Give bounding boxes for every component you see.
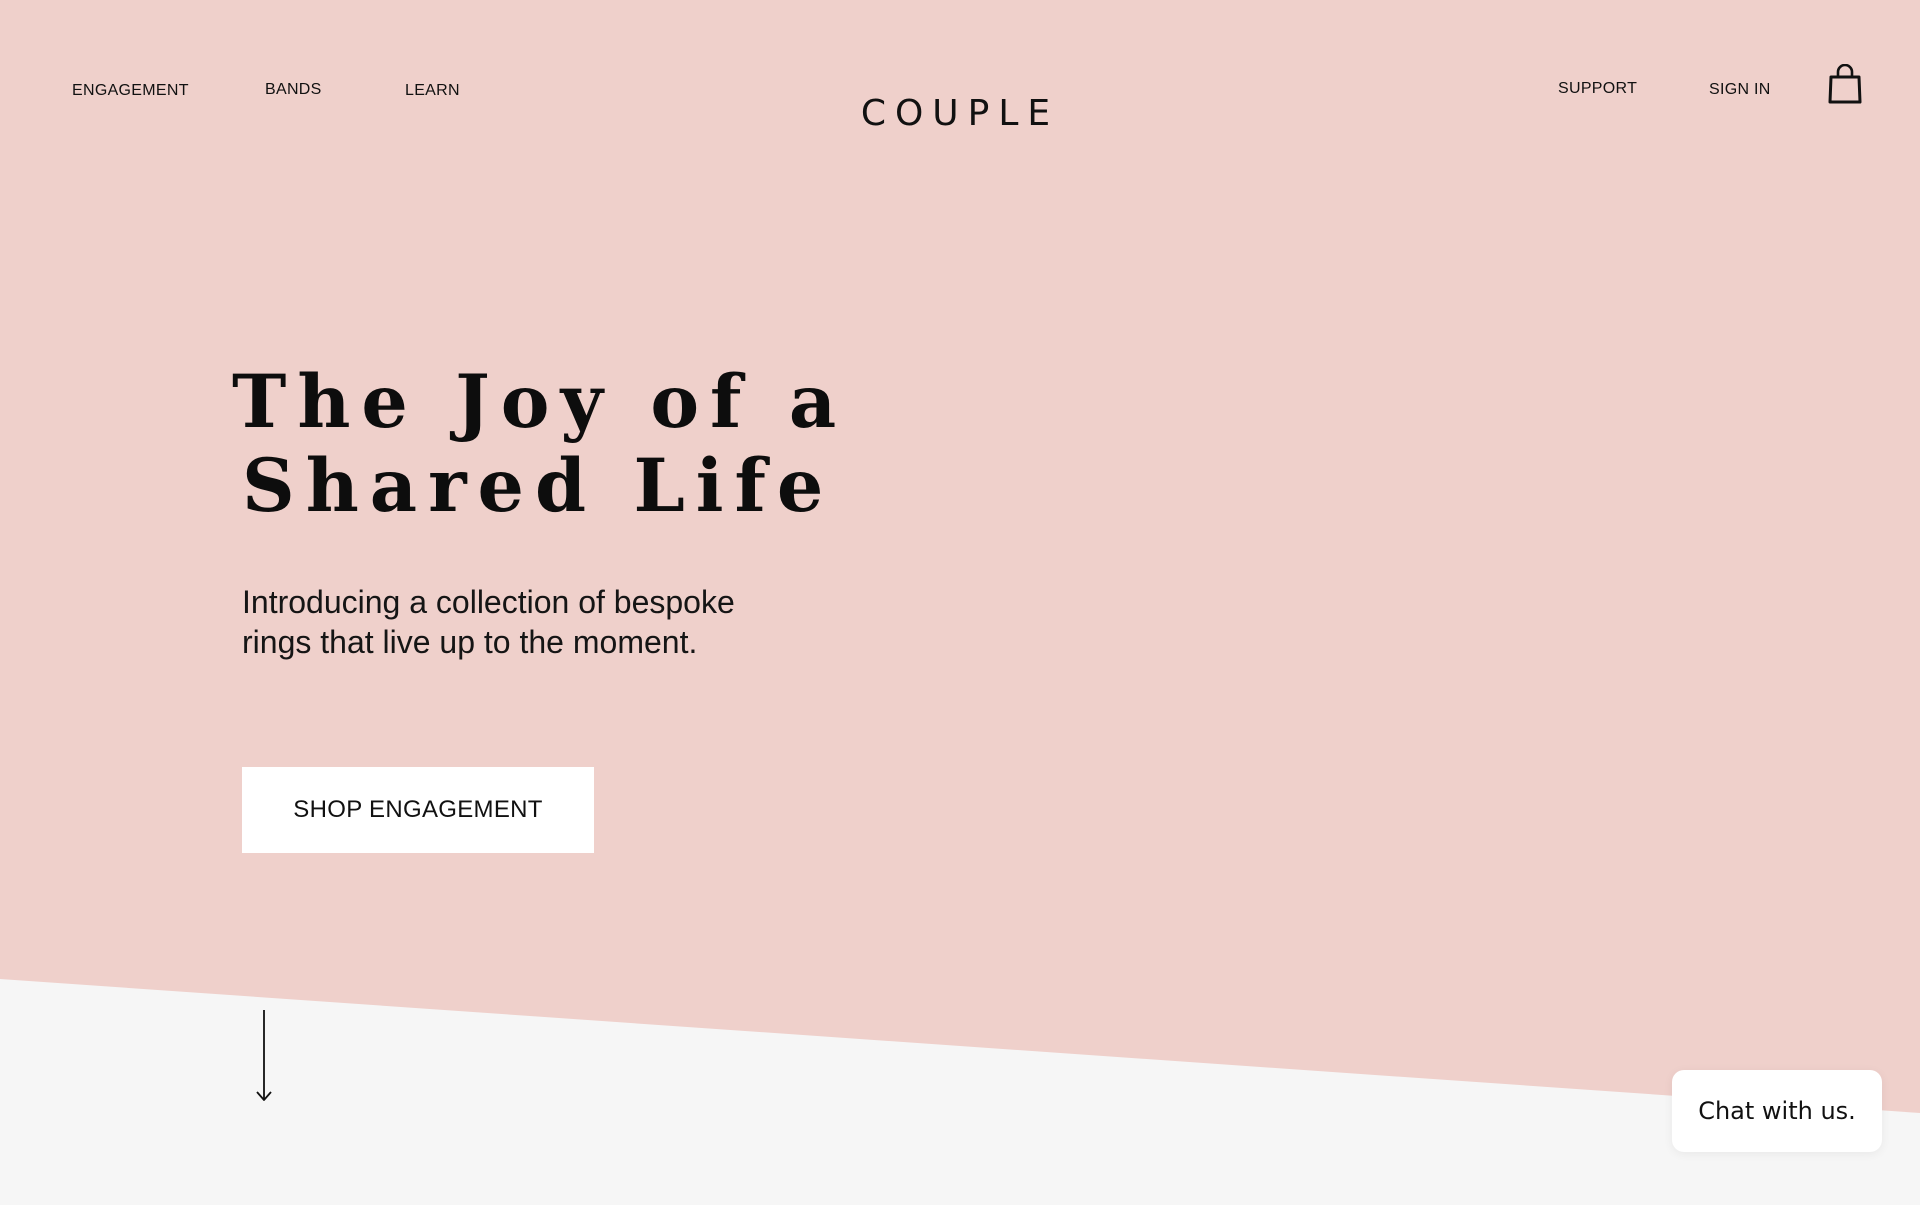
hero-pink-shape: [0, 0, 1920, 1113]
hero-subtitle-line-2: rings that live up to the moment.: [242, 624, 698, 660]
arrow-down-icon[interactable]: [254, 1010, 274, 1102]
hero-headline-line-1: The Joy of a: [232, 359, 848, 445]
nav-engagement[interactable]: ENGAGEMENT: [72, 82, 189, 100]
shopping-bag-icon[interactable]: [1828, 64, 1862, 104]
nav-support[interactable]: SUPPORT: [1558, 80, 1637, 98]
chat-with-us-button[interactable]: Chat with us.: [1672, 1070, 1882, 1152]
nav-sign-in[interactable]: SIGN IN: [1709, 81, 1771, 99]
hero-subtitle: Introducing a collection of bespoke ring…: [242, 582, 842, 662]
hero-subtitle-line-1: Introducing a collection of bespoke: [242, 584, 735, 620]
page: ENGAGEMENT BANDS LEARN COUPLE SUPPORT SI…: [0, 0, 1920, 1205]
chat-label: Chat with us.: [1698, 1097, 1856, 1125]
nav-learn[interactable]: LEARN: [405, 82, 460, 100]
shop-engagement-button[interactable]: SHOP ENGAGEMENT: [242, 767, 594, 853]
nav-bands[interactable]: BANDS: [265, 81, 322, 99]
logo[interactable]: COUPLE: [861, 93, 1059, 134]
hero-headline-line-2: Shared Life: [242, 443, 835, 529]
hero-headline: The Joy of a Shared Life: [232, 359, 848, 529]
